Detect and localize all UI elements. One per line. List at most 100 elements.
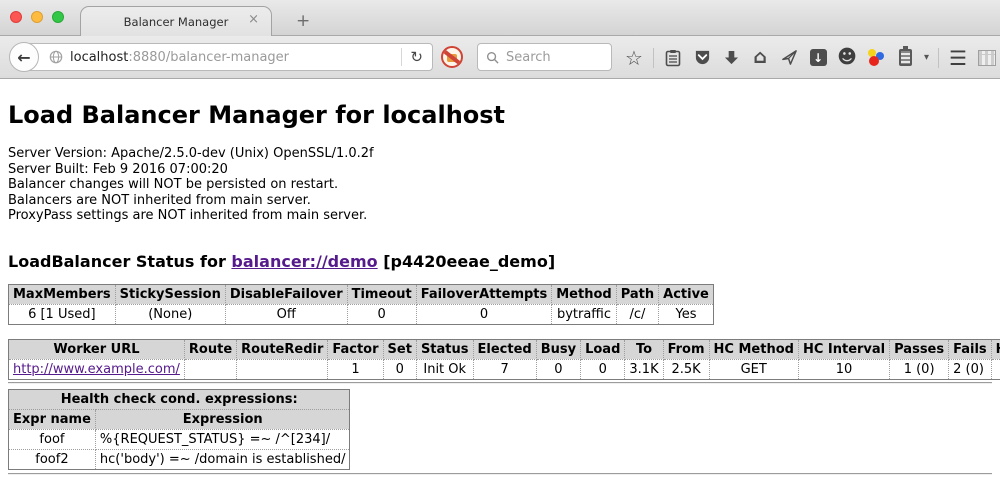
- column-header: Set: [383, 339, 416, 359]
- feedback-smiley-icon[interactable]: ☻: [837, 48, 857, 68]
- url-bar[interactable]: localhost:8880/balancer-manager ↻: [24, 43, 433, 71]
- table-row: foof2hc('body') =~ /domain is establishe…: [9, 449, 350, 469]
- status-heading-prefix: LoadBalancer Status for: [8, 252, 231, 271]
- column-header: Fails: [949, 339, 992, 359]
- grid-icon[interactable]: [977, 48, 997, 68]
- table-cell: 10: [798, 359, 889, 379]
- table-cell: Yes: [659, 304, 714, 324]
- table-cell: 0: [347, 304, 416, 324]
- column-header: Load: [581, 339, 625, 359]
- column-header: From: [663, 339, 709, 359]
- loadbalancer-status-heading: LoadBalancer Status for balancer://demo …: [8, 252, 992, 271]
- window-close-button[interactable]: [10, 11, 22, 23]
- column-header: Worker URL: [9, 339, 185, 359]
- prohibition-slash: [442, 49, 463, 67]
- toolbar-divider: [938, 48, 939, 68]
- column-header: FailoverAttempts: [416, 284, 552, 304]
- table-cell: 0: [581, 359, 625, 379]
- table-cell: 1: [328, 359, 383, 379]
- table-cell: Init Ok: [416, 359, 473, 379]
- colorful-extension-icon[interactable]: [866, 48, 886, 68]
- toolbar-divider: [653, 48, 654, 68]
- worker-url-link[interactable]: http://www.example.com/: [13, 362, 180, 377]
- grid-glyph: [978, 50, 996, 66]
- window-minimize-button[interactable]: [31, 11, 43, 23]
- table-cell: [237, 359, 328, 379]
- column-header: Elected: [473, 339, 536, 359]
- star-glyph: ☆: [625, 48, 643, 68]
- persist-notice-line: Balancer changes will NOT be persisted o…: [8, 177, 992, 193]
- table-cell: [184, 359, 236, 379]
- table-title: Health check cond. expressions:: [9, 389, 350, 409]
- navigation-toolbar: ← localhost:8880/balancer-manager ↻ Sear…: [0, 36, 1000, 79]
- column-header: Expression: [95, 409, 350, 429]
- balancer-demo-link[interactable]: balancer://demo: [231, 252, 377, 271]
- column-header: To: [625, 339, 663, 359]
- worker-status-table: Worker URLRouteRouteRedirFactorSetStatus…: [8, 339, 992, 380]
- window-zoom-button[interactable]: [52, 11, 64, 23]
- back-button[interactable]: ←: [9, 42, 39, 72]
- table-row: http://www.example.com/10Init Ok7003.1K2…: [9, 359, 1000, 379]
- table-cell: 1 (0): [890, 359, 949, 379]
- status-heading-suffix: [p4420eeae_demo]: [378, 252, 556, 271]
- table-cell: GET: [709, 359, 798, 379]
- table-cell: 0: [536, 359, 580, 379]
- paper-plane-glyph: [781, 49, 798, 66]
- urlbar-divider: [401, 48, 402, 66]
- tab-title: Balancer Manager: [124, 15, 229, 29]
- server-built-line: Server Built: Feb 9 2016 07:00:20: [8, 162, 992, 178]
- page-title: Load Balancer Manager for localhost: [8, 79, 992, 129]
- column-header: Expr name: [9, 409, 96, 429]
- column-header: DisableFailover: [225, 284, 347, 304]
- proxypass-notice-line: ProxyPass settings are NOT inherited fro…: [8, 208, 992, 224]
- home-glyph: ⌂: [753, 48, 767, 67]
- download-arrow-glyph: [724, 50, 739, 66]
- column-header: Passes: [890, 339, 949, 359]
- search-bar[interactable]: Search: [477, 43, 612, 71]
- tab-close-icon[interactable]: ×: [248, 13, 259, 27]
- column-header: HC Interval: [798, 339, 889, 359]
- browser-tab[interactable]: Balancer Manager ×: [80, 6, 272, 36]
- table-cell: 3.1K: [625, 359, 663, 379]
- column-header: HC Method: [709, 339, 798, 359]
- save-to-device-icon[interactable]: ↓: [808, 48, 828, 68]
- url-path: :8880/balancer-manager: [128, 50, 289, 65]
- balancer-settings-table: MaxMembersStickySessionDisableFailoverTi…: [8, 284, 992, 325]
- column-header: MaxMembers: [9, 284, 116, 304]
- server-info: Server Version: Apache/2.5.0-dev (Unix) …: [8, 146, 992, 224]
- hamburger-glyph: ☰: [949, 46, 967, 70]
- table-cell: 0: [416, 304, 552, 324]
- table-cell: 7: [473, 359, 536, 379]
- column-header: Active: [659, 284, 714, 304]
- column-header: Status: [416, 339, 473, 359]
- health-check-table: Health check cond. expressions:Expr name…: [8, 389, 992, 470]
- content-blocked-icon[interactable]: [441, 46, 463, 68]
- table-cell: bytraffic: [552, 304, 616, 324]
- column-header: Method: [552, 284, 616, 304]
- pocket-icon[interactable]: [692, 48, 712, 68]
- table-cell: http://www.example.com/: [9, 359, 185, 379]
- server-version-line: Server Version: Apache/2.5.0-dev (Unix) …: [8, 146, 992, 162]
- url-domain: localhost: [70, 50, 128, 65]
- column-header: Factor: [328, 339, 383, 359]
- toolbar-icons: ☆ ⌂: [624, 36, 997, 79]
- home-icon[interactable]: ⌂: [750, 48, 770, 68]
- menu-hamburger-icon[interactable]: ☰: [948, 48, 968, 68]
- overflow-caret-icon[interactable]: ▾: [924, 52, 929, 63]
- column-header: HC uri: [991, 339, 1000, 359]
- table-cell: hc('body') =~ /domain is established/: [95, 449, 350, 469]
- back-arrow-icon: ←: [17, 48, 30, 67]
- send-icon[interactable]: [779, 48, 799, 68]
- battery-extension-icon[interactable]: [895, 48, 915, 68]
- color-dots-glyph: [867, 49, 885, 67]
- globe-icon: [49, 50, 63, 64]
- balancers-notice-line: Balancers are NOT inherited from main se…: [8, 193, 992, 209]
- clipboard-icon[interactable]: [663, 48, 683, 68]
- downloads-icon[interactable]: [721, 48, 741, 68]
- reload-icon[interactable]: ↻: [410, 48, 423, 66]
- url-text[interactable]: localhost:8880/balancer-manager: [70, 50, 289, 65]
- bookmark-star-icon[interactable]: ☆: [624, 48, 644, 68]
- battery-glyph: [899, 49, 912, 66]
- table-cell: %{REQUEST_STATUS} =~ /^[234]/: [95, 429, 350, 449]
- new-tab-button[interactable]: +: [296, 11, 310, 31]
